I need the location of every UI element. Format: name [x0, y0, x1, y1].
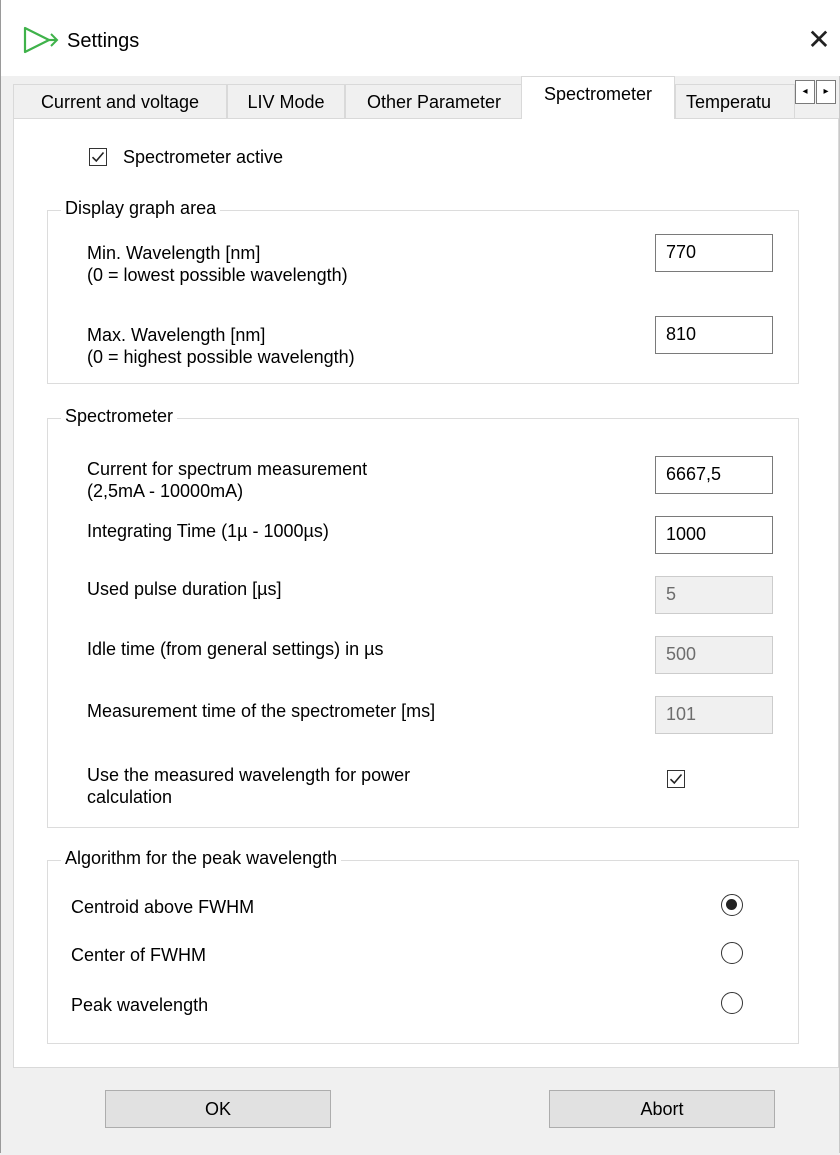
- group-title: Algorithm for the peak wavelength: [61, 848, 342, 869]
- algorithm-option-peak-label: Peak wavelength: [71, 995, 209, 1015]
- abort-button[interactable]: Abort: [549, 1090, 775, 1128]
- algorithm-option-center-label: Center of FWHM: [71, 945, 207, 965]
- tab-label: Current and voltage: [40, 92, 200, 112]
- ok-button[interactable]: OK: [105, 1090, 331, 1128]
- min-wavelength-input[interactable]: 770: [655, 234, 773, 272]
- current-range-hint: (2,5mA - 10000mA): [87, 481, 244, 501]
- algorithm-option-centroid-radio[interactable]: [721, 894, 743, 916]
- measurement-time-label: Measurement time of the spectrometer [ms…: [87, 701, 436, 721]
- tab-scroll-left-button[interactable]: ◂: [795, 80, 815, 104]
- title-bar: Settings ✕: [1, 0, 840, 76]
- max-wavelength-hint: (0 = highest possible wavelength): [87, 347, 355, 367]
- use-measured-wavelength-label-cont: calculation: [87, 787, 173, 807]
- radio-selected-dot: [726, 899, 737, 910]
- tab-temperature[interactable]: Temperatu: [675, 84, 795, 118]
- tab-label: Other Parameter: [366, 92, 502, 112]
- max-wavelength-label: Max. Wavelength [nm]: [87, 325, 266, 345]
- current-input[interactable]: 6667,5: [655, 456, 773, 494]
- tab-liv-mode[interactable]: LIV Mode: [227, 84, 345, 118]
- algorithm-option-centroid-label: Centroid above FWHM: [71, 897, 255, 917]
- algorithm-option-peak-radio[interactable]: [721, 992, 743, 1014]
- current-label: Current for spectrum measurement: [87, 459, 368, 479]
- min-wavelength-label: Min. Wavelength [nm]: [87, 243, 261, 263]
- tab-current-and-voltage[interactable]: Current and voltage: [13, 84, 227, 118]
- algorithm-option-center-radio[interactable]: [721, 942, 743, 964]
- pulse-duration-input: 5: [655, 576, 773, 614]
- tab-spectrometer[interactable]: Spectrometer: [521, 76, 675, 119]
- pulse-duration-label: Used pulse duration [µs]: [87, 579, 282, 599]
- idle-time-label: Idle time (from general settings) in µs: [87, 639, 384, 659]
- checkmark-icon: [91, 151, 105, 163]
- tab-label: Temperatu: [686, 92, 772, 112]
- checkmark-icon: [669, 773, 683, 785]
- idle-time-input: 500: [655, 636, 773, 674]
- spectrometer-active-label: Spectrometer active: [123, 147, 284, 167]
- window-title: Settings: [67, 30, 140, 52]
- max-wavelength-input[interactable]: 810: [655, 316, 773, 354]
- use-measured-wavelength-label: Use the measured wavelength for power: [87, 765, 411, 785]
- group-title: Display graph area: [61, 198, 221, 219]
- measurement-time-input: 101: [655, 696, 773, 734]
- use-measured-wavelength-checkbox[interactable]: [667, 770, 685, 788]
- spectrometer-active-checkbox[interactable]: [89, 148, 107, 166]
- group-title: Spectrometer: [61, 406, 178, 427]
- tab-other-parameter[interactable]: Other Parameter: [345, 84, 523, 118]
- min-wavelength-hint: (0 = lowest possible wavelength): [87, 265, 348, 285]
- app-logo-icon: [21, 22, 61, 58]
- tab-label: Spectrometer: [543, 84, 653, 104]
- integrating-time-input[interactable]: 1000: [655, 516, 773, 554]
- tab-label: LIV Mode: [247, 92, 325, 112]
- tab-scroll-right-button[interactable]: ▸: [816, 80, 836, 104]
- integrating-time-label: Integrating Time (1µ - 1000µs): [87, 521, 329, 541]
- close-icon[interactable]: ✕: [801, 22, 837, 58]
- settings-window: Settings ✕ Current and voltage LIV Mode …: [0, 0, 840, 1153]
